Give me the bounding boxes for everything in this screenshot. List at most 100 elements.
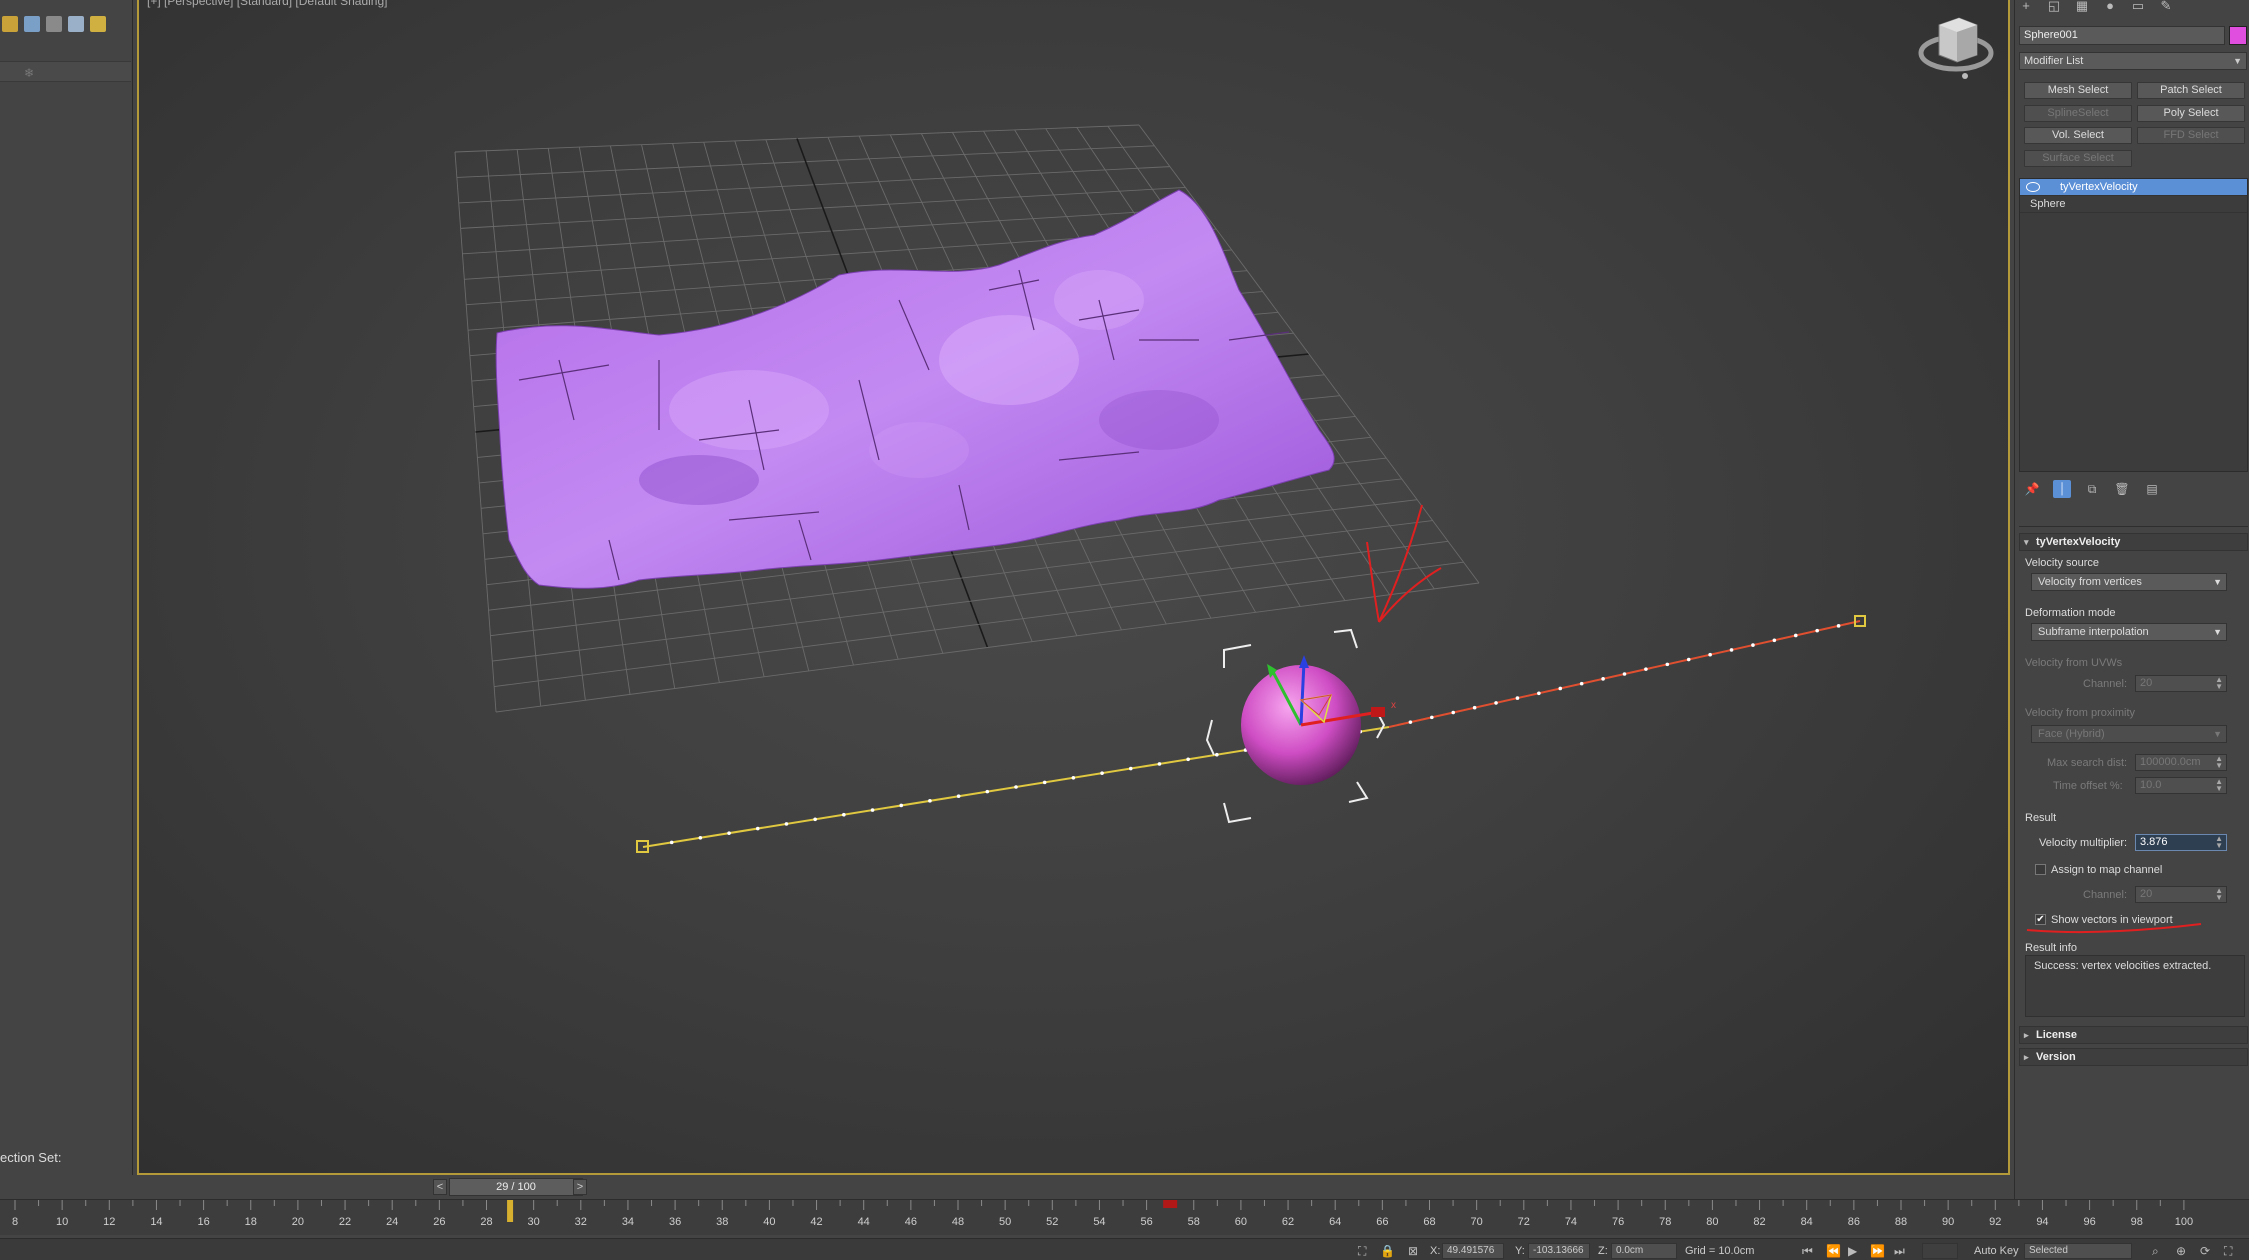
zoom-icon[interactable]: ⌕ <box>2152 1244 2159 1259</box>
trail-point <box>1408 720 1413 724</box>
map-channel-spinner[interactable]: 20 ▲ ▼ <box>2135 886 2227 903</box>
trail-point <box>842 812 846 817</box>
command-panel-tabs: + ◱ ▦ ● ▭ ✎ <box>2019 0 2173 14</box>
next-key-icon[interactable]: ⏩ <box>1870 1244 1885 1258</box>
deformation-mode-dropdown[interactable]: Subframe interpolation ▼ <box>2031 623 2227 641</box>
vol-select-button[interactable]: Vol. Select <box>2024 127 2132 144</box>
show-end-result-icon[interactable]: ⏐ <box>2053 480 2071 498</box>
track-tick-label: 94 <box>2036 1216 2048 1228</box>
track-tick-label: 36 <box>669 1216 681 1228</box>
assign-to-map-channel-checkbox[interactable] <box>2035 864 2046 875</box>
absolute-mode-icon[interactable]: ⊠ <box>1408 1244 1418 1258</box>
prev-frame-button[interactable]: < <box>433 1179 447 1195</box>
selection-set-label: ection Set: <box>0 1150 62 1165</box>
play-icon[interactable]: ▶ <box>1848 1244 1857 1258</box>
time-offset-spinner[interactable]: 10.0 ▲ ▼ <box>2135 777 2227 794</box>
hierarchy-tab-icon[interactable]: ▦ <box>2075 0 2089 12</box>
app-window: ❄ ection Set: [+] [Perspective] [Standar… <box>0 0 2249 1260</box>
uvw-channel-label: Channel: <box>2083 678 2128 690</box>
red-annotation-arrow <box>1366 504 1442 623</box>
y-coordinate-field[interactable]: -103.13666 <box>1528 1243 1590 1259</box>
go-to-start-icon[interactable]: ⏮ <box>1802 1244 1813 1259</box>
velocity-source-value: Velocity from vertices <box>2038 576 2142 588</box>
orbit-icon[interactable]: ⟳ <box>2200 1244 2210 1258</box>
auto-key-button[interactable]: Auto Key <box>1974 1245 2019 1257</box>
display-tab-icon[interactable]: ▭ <box>2131 0 2145 12</box>
modifier-list-dropdown[interactable]: Modifier List ▼ <box>2019 52 2247 70</box>
x-coordinate-field[interactable]: 49.491576 <box>1442 1243 1504 1259</box>
spline-select-button[interactable]: SplineSelect <box>2024 105 2132 122</box>
object-name-field[interactable]: Sphere001 <box>2019 26 2225 45</box>
modify-tab-icon[interactable]: ◱ <box>2047 0 2061 12</box>
stack-item-tyvertexvelocity[interactable]: tyVertexVelocity <box>2020 179 2247 196</box>
velocity-source-dropdown[interactable]: Velocity from vertices ▼ <box>2031 573 2227 591</box>
track-tick-label: 78 <box>1659 1216 1671 1228</box>
key-filter-dropdown[interactable]: Selected <box>2024 1243 2132 1259</box>
lock-icon[interactable]: 🔒 <box>1380 1244 1395 1258</box>
viewcube[interactable] <box>1918 17 1994 79</box>
layers-icon[interactable] <box>68 16 84 32</box>
modifier-stack[interactable]: tyVertexVelocity Sphere <box>2019 178 2248 472</box>
result-info-text: Success: vertex velocities extracted. <box>2034 960 2212 972</box>
lightbulb-icon[interactable] <box>90 16 106 32</box>
explorer-row[interactable] <box>0 62 131 82</box>
mesh-select-button[interactable]: Mesh Select <box>2024 82 2132 99</box>
ffd-select-button[interactable]: FFD Select <box>2137 127 2245 144</box>
rollout-version[interactable]: Version <box>2019 1048 2248 1066</box>
rollout-tyvertexvelocity[interactable]: tyVertexVelocity <box>2019 533 2248 551</box>
display-none-icon[interactable] <box>2 16 18 32</box>
trail-point <box>1100 771 1104 775</box>
maximize-viewport-icon[interactable]: ⛶ <box>2224 1244 2232 1259</box>
trail-point <box>1836 624 1841 628</box>
trail-point <box>1665 662 1670 667</box>
track-tick-label: 50 <box>999 1216 1011 1228</box>
go-to-end-icon[interactable]: ⏭ <box>1894 1244 1905 1259</box>
stack-item-sphere[interactable]: Sphere <box>2020 196 2247 213</box>
next-frame-button[interactable]: > <box>573 1179 587 1195</box>
zoom-all-icon[interactable]: ⊕ <box>2176 1244 2186 1258</box>
pin-stack-icon[interactable]: 📌 <box>2023 480 2041 498</box>
explorer-header <box>0 44 131 62</box>
track-tick-label: 100 <box>2175 1216 2193 1228</box>
stack-item-label: Sphere <box>2030 198 2066 210</box>
track-bar-ticks: 8 10 12 14 16 18 20 22 24 26 28 30 32 34 36 38 40 42 44 46 4… <box>12 1200 2193 1228</box>
rollout-license[interactable]: License <box>2019 1026 2248 1044</box>
track-tick-label: 14 <box>150 1216 162 1228</box>
configure-modifier-sets-icon[interactable]: ▤ <box>2143 480 2161 498</box>
object-color-swatch[interactable] <box>2229 26 2247 45</box>
track-tick-label: 56 <box>1140 1216 1152 1228</box>
create-tab-icon[interactable]: + <box>2019 0 2033 12</box>
surface-select-button[interactable]: Surface Select <box>2024 150 2132 167</box>
perspective-viewport[interactable]: [+] [Perspective] [Standard] [Default Sh… <box>137 0 2010 1175</box>
track-tick-label: 42 <box>810 1216 822 1228</box>
selection-lock-icon[interactable]: ⛶ <box>1358 1244 1366 1259</box>
uvw-channel-spinner[interactable]: 20 ▲ ▼ <box>2135 675 2227 692</box>
patch-select-button[interactable]: Patch Select <box>2137 82 2245 99</box>
current-frame-field[interactable] <box>1922 1243 1958 1259</box>
velocity-multiplier-spinner[interactable]: 3.876 ▲ ▼ <box>2135 834 2227 851</box>
layer-icon[interactable] <box>24 16 40 32</box>
trail-point <box>1451 710 1456 715</box>
divider <box>2019 526 2248 527</box>
result-info-label: Result info <box>2025 942 2077 954</box>
make-unique-icon[interactable]: ⧉ <box>2083 480 2101 498</box>
track-bar[interactable]: 8 10 12 14 16 18 20 22 24 26 28 30 32 34 36 38 40 42 44 46 4… <box>0 1199 2249 1235</box>
utilities-tab-icon[interactable]: ✎ <box>2159 0 2173 12</box>
trail-point <box>870 808 875 812</box>
hierarchy-icon[interactable] <box>46 16 62 32</box>
track-tick-label: 46 <box>905 1216 917 1228</box>
remove-modifier-icon[interactable]: 🗑 <box>2113 480 2131 498</box>
proximity-mode-dropdown[interactable]: Face (Hybrid) ▼ <box>2031 725 2227 743</box>
eye-icon[interactable] <box>2026 182 2040 192</box>
track-tick-label: 66 <box>1376 1216 1388 1228</box>
max-search-dist-spinner[interactable]: 100000.0cm ▲ ▼ <box>2135 754 2227 771</box>
trail-point <box>669 840 674 845</box>
motion-tab-icon[interactable]: ● <box>2103 0 2117 12</box>
time-slider-thumb[interactable]: 29 / 100 <box>449 1178 583 1196</box>
trail-point <box>784 822 789 826</box>
time-slider[interactable]: < 29 / 100 > <box>137 1178 2010 1196</box>
poly-select-button[interactable]: Poly Select <box>2137 105 2245 122</box>
spinner-arrows-icon: ▲ ▼ <box>2215 754 2223 770</box>
previous-key-icon[interactable]: ⏪ <box>1826 1244 1841 1258</box>
z-coordinate-field[interactable]: 0.0cm <box>1611 1243 1677 1259</box>
